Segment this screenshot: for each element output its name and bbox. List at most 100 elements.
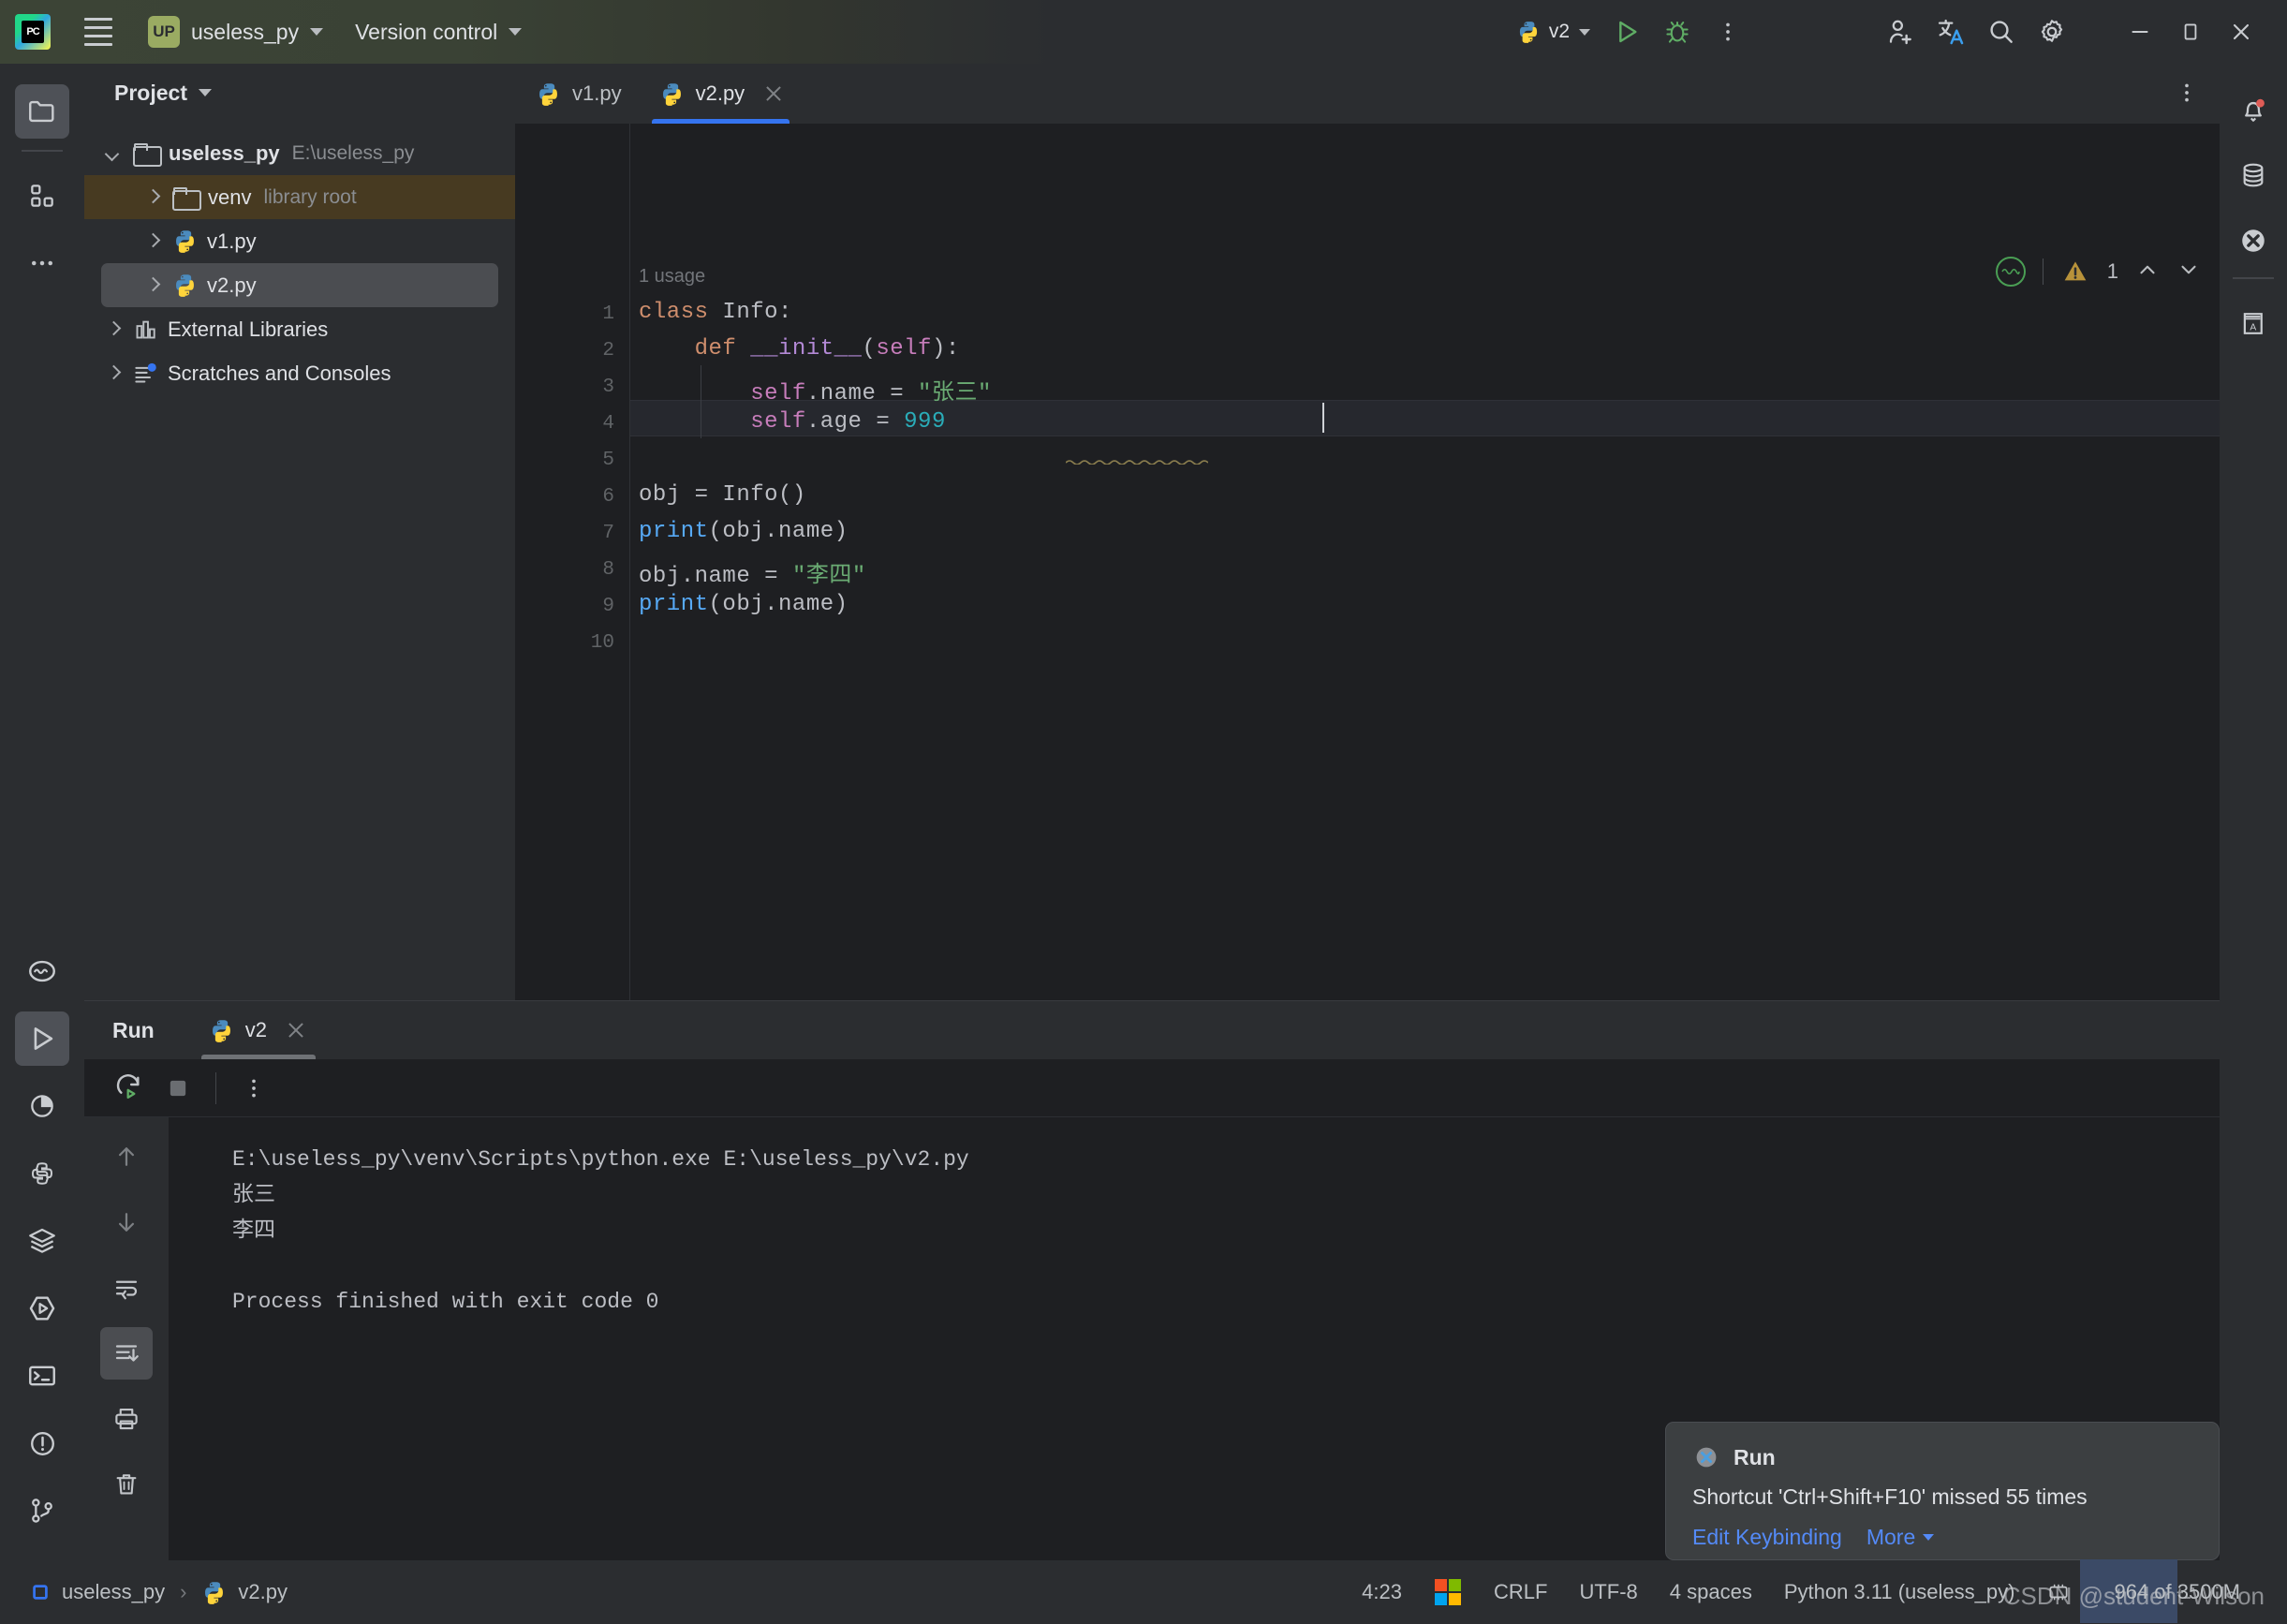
sidebar-item-version-control[interactable] [15, 1484, 69, 1538]
code-editor[interactable]: 1 2 3 4 5 6 7 8 9 10 1 usage class Info: def __in… [515, 124, 2220, 1000]
more-link-group[interactable]: More [1866, 1525, 1935, 1550]
search-button[interactable] [1976, 7, 2027, 57]
windows-flag-icon[interactable] [1434, 1578, 1462, 1606]
run-configuration-label: v2 [1548, 21, 1570, 42]
breadcrumb-root[interactable]: useless_py [62, 1580, 165, 1604]
sidebar-item-terminal[interactable] [15, 1349, 69, 1403]
indent-setting[interactable]: 4 spaces [1670, 1580, 1752, 1604]
close-window-button[interactable] [2216, 7, 2266, 57]
sidebar-item-ai-assistant[interactable] [15, 944, 69, 998]
tree-item-hint: E:\useless_py [291, 141, 415, 164]
run-tool-icon [34, 1027, 53, 1050]
previous-problem-button[interactable] [2135, 258, 2160, 287]
folder-icon [133, 142, 162, 167]
soft-wrap-button[interactable] [100, 1262, 153, 1314]
cursor-position[interactable]: 4:23 [1362, 1580, 1402, 1604]
scroll-to-end-button[interactable] [100, 1327, 153, 1380]
code-token: def [694, 336, 751, 362]
learn-button[interactable]: A [2228, 298, 2279, 348]
tab-label: v1.py [572, 81, 622, 105]
run-configuration-selector[interactable]: v2 [1509, 9, 1598, 54]
settings-button[interactable] [2027, 7, 2077, 57]
console-gutter-toolbar [84, 1117, 169, 1560]
tree-item-external-libraries[interactable]: External Libraries [84, 307, 515, 351]
database-tool-icon [2243, 163, 2264, 187]
tree-item-label: useless_py [169, 140, 280, 165]
next-problem-button[interactable] [2176, 258, 2201, 287]
code-line: self.age = 999 [639, 409, 946, 435]
tree-item-useless-py[interactable]: useless_py E:\useless_py [84, 131, 515, 175]
close-icon[interactable] [284, 1018, 308, 1042]
editor-tabs-more-button[interactable] [2175, 81, 2199, 110]
scroll-down-button[interactable] [100, 1196, 153, 1248]
file-encoding[interactable]: UTF-8 [1579, 1580, 1637, 1604]
run-options-button[interactable] [229, 1064, 278, 1113]
more-link[interactable]: More [1866, 1525, 1915, 1550]
stop-button[interactable] [154, 1064, 202, 1113]
hamburger-menu-icon[interactable] [77, 10, 120, 53]
scroll-up-button[interactable] [100, 1130, 153, 1183]
run-tab-v2[interactable]: v2 [200, 1001, 317, 1059]
sidebar-item-database-layers[interactable] [15, 1214, 69, 1268]
plugin-x-button[interactable] [2228, 215, 2279, 266]
chevron-right-icon[interactable] [140, 229, 165, 254]
tree-item-scratches-and-consoles[interactable]: Scratches and Consoles [84, 351, 515, 395]
chevron-right-icon[interactable] [101, 362, 125, 386]
tab-v1-py[interactable]: v1.py [515, 64, 639, 124]
sidebar-item-run[interactable] [15, 1011, 69, 1066]
clear-all-button[interactable] [100, 1458, 153, 1511]
code-token: ): [931, 336, 960, 362]
sidebar-item-python-packages[interactable] [15, 1146, 69, 1201]
line-number: 7 [602, 523, 614, 544]
tree-item-venv[interactable]: venv library root [84, 175, 515, 219]
inspection-widget: 1 [1995, 257, 2201, 287]
chevron-right-icon[interactable] [101, 317, 125, 342]
add-account-button[interactable] [1875, 7, 1926, 57]
stripe-divider [2233, 277, 2274, 279]
run-widget-more-button[interactable] [1703, 7, 1753, 57]
chevron-right-icon[interactable] [140, 273, 165, 298]
project-selector[interactable]: UP useless_py [142, 11, 329, 52]
sidebar-item-problems[interactable] [15, 1416, 69, 1470]
breadcrumb-file[interactable]: v2.py [238, 1580, 288, 1604]
chevron-down-icon [198, 89, 212, 96]
tree-item-v2-py[interactable]: v2.py [101, 263, 498, 307]
sidebar-item-more-tools[interactable] [15, 236, 69, 290]
memory-indicator[interactable]: 964 of 3500M [2046, 1559, 2240, 1623]
rerun-button[interactable] [105, 1064, 154, 1113]
debug-button[interactable] [1652, 7, 1703, 57]
close-icon[interactable] [761, 81, 786, 106]
run-button[interactable] [1601, 7, 1652, 57]
sidebar-item-structure[interactable] [15, 169, 69, 223]
line-number: 9 [602, 596, 614, 617]
sidebar-item-project[interactable] [15, 84, 69, 139]
translate-button[interactable] [1926, 7, 1976, 57]
tab-v2-py[interactable]: v2.py [639, 64, 804, 124]
notifications-button[interactable] [2228, 84, 2279, 135]
inspection-ok-icon[interactable] [1995, 257, 2026, 287]
tree-item-v1-py[interactable]: v1.py [84, 219, 515, 263]
chevron-down-icon[interactable] [101, 141, 125, 166]
version-control-selector[interactable]: Version control [349, 11, 527, 52]
terminal-tool-icon [29, 1366, 55, 1386]
arrow-up-icon [119, 1147, 134, 1166]
console-line: E:\useless_py\venv\Scripts\python.exe E:… [232, 1147, 969, 1172]
line-separator[interactable]: CRLF [1494, 1580, 1547, 1604]
minimize-button[interactable] [2115, 7, 2165, 57]
sidebar-item-run-configurations[interactable] [15, 1281, 69, 1336]
sidebar-item-profiler[interactable] [15, 1079, 69, 1133]
translate-icon [1938, 19, 1964, 45]
stripe-divider [22, 150, 63, 152]
maximize-button[interactable] [2165, 7, 2216, 57]
edit-keybinding-link[interactable]: Edit Keybinding [1692, 1525, 1842, 1550]
project-panel-header[interactable]: Project [84, 64, 515, 122]
warning-squiggle [1066, 460, 1208, 465]
stop-square-icon [170, 1080, 186, 1096]
usage-hint[interactable]: 1 usage [639, 266, 705, 288]
code-token: self [750, 381, 806, 406]
interpreter-selector[interactable]: Python 3.11 (useless_py) [1784, 1580, 2015, 1604]
editor-area: v1.py v2.py 1 2 3 4 5 6 7 8 9 10 1 usage class In… [515, 64, 2220, 1000]
database-button[interactable] [2228, 150, 2279, 200]
chevron-right-icon[interactable] [140, 185, 165, 210]
print-button[interactable] [100, 1393, 153, 1445]
